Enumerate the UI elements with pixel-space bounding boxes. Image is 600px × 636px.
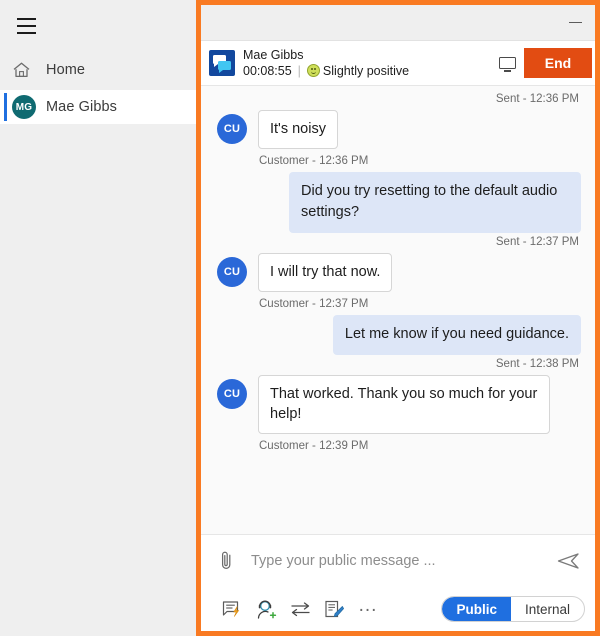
- toggle-option-public[interactable]: Public: [442, 597, 511, 621]
- avatar-initials: MG: [12, 95, 36, 119]
- home-icon-svg: [13, 62, 30, 77]
- minimize-icon[interactable]: [555, 7, 595, 39]
- transfer-icon[interactable]: [283, 594, 317, 624]
- message-status: Sent - 12:38 PM: [495, 358, 579, 370]
- message-composer: ... Public Internal: [201, 535, 595, 631]
- more-options-icon[interactable]: ...: [351, 594, 385, 624]
- message-meta: Customer - 12:37 PM: [259, 298, 369, 310]
- message-bubble-incoming: That worked. Thank you so much for your …: [258, 375, 550, 434]
- end-conversation-button[interactable]: End: [524, 48, 592, 78]
- message-row-outgoing: Let me know if you need guidance.: [211, 315, 581, 355]
- message-list[interactable]: Sent - 12:36 PM CU It's noisy Customer -…: [201, 86, 595, 535]
- hamburger-line: [16, 18, 36, 21]
- conversation-separator: |: [297, 63, 301, 78]
- chat-bubbles-icon: [209, 50, 235, 76]
- chat-window: Mae Gibbs 00:08:55 | Slightly positive E…: [196, 0, 600, 636]
- message-row-incoming: CU I will try that now. Customer - 12:37…: [211, 253, 581, 315]
- paperclip-icon[interactable]: [213, 546, 239, 576]
- more-options-label: ...: [358, 594, 378, 616]
- send-icon-svg: [557, 553, 579, 569]
- hamburger-line: [16, 25, 36, 27]
- message-bubble-outgoing: Let me know if you need guidance.: [332, 315, 581, 355]
- message-input[interactable]: [239, 553, 551, 569]
- quick-reply-icon-svg: [222, 601, 240, 617]
- message-column: It's noisy Customer - 12:36 PM: [258, 110, 368, 172]
- sidebar: Home MG Mae Gibbs: [0, 0, 196, 636]
- message-row-incoming: CU It's noisy Customer - 12:36 PM: [211, 110, 581, 172]
- message-status: Sent - 12:36 PM: [495, 93, 579, 105]
- composer-input-row: [201, 535, 595, 587]
- notes-icon-svg: [325, 600, 344, 617]
- hamburger-menu-icon[interactable]: [4, 4, 48, 48]
- add-agent-icon[interactable]: [249, 594, 283, 624]
- paperclip-icon-svg: [221, 551, 230, 570]
- sentiment-label: Slightly positive: [322, 63, 410, 78]
- message-meta: Customer - 12:36 PM: [259, 155, 369, 167]
- minimize-dash: [568, 21, 582, 24]
- message-meta: Customer - 12:39 PM: [259, 440, 369, 452]
- composer-toolbar: ... Public Internal: [201, 587, 595, 631]
- add-agent-icon-svg: [257, 600, 276, 619]
- message-bubble-incoming: It's noisy: [258, 110, 338, 149]
- slightly-positive-face-icon: [306, 64, 320, 77]
- message-column: That worked. Thank you so much for your …: [258, 375, 550, 457]
- hamburger-line: [16, 31, 36, 34]
- visibility-toggle[interactable]: Public Internal: [441, 596, 585, 622]
- conversation-timer: 00:08:55: [243, 63, 292, 78]
- message-bubble-outgoing: Did you try resetting to the default aud…: [289, 172, 581, 233]
- sidebar-avatar: MG: [12, 95, 46, 119]
- quick-reply-icon[interactable]: [215, 594, 249, 624]
- transfer-icon-svg: [291, 602, 309, 617]
- chat-bubble-front: [218, 61, 231, 73]
- avatar: CU: [217, 257, 247, 287]
- sidebar-item-home[interactable]: Home: [0, 49, 196, 90]
- conversation-header: Mae Gibbs 00:08:55 | Slightly positive E…: [201, 41, 595, 86]
- conversation-customer-name: Mae Gibbs: [243, 47, 304, 62]
- send-paper-plane-icon[interactable]: [551, 544, 585, 578]
- sidebar-item-mae-gibbs[interactable]: MG Mae Gibbs: [0, 90, 196, 124]
- message-column: I will try that now. Customer - 12:37 PM: [258, 253, 393, 315]
- avatar: CU: [217, 114, 247, 144]
- message-row-outgoing: Did you try resetting to the default aud…: [211, 172, 581, 233]
- notes-icon[interactable]: [317, 594, 351, 624]
- message-status: Sent - 12:37 PM: [495, 236, 579, 248]
- monitor-screen: [498, 57, 516, 72]
- avatar: CU: [217, 379, 247, 409]
- message-bubble-incoming: I will try that now.: [258, 253, 393, 292]
- monitor-icon[interactable]: [490, 46, 524, 80]
- sidebar-item-home-label: Home: [46, 61, 86, 78]
- face-eye-right: [313, 68, 316, 70]
- toggle-option-internal[interactable]: Internal: [511, 597, 584, 621]
- home-icon: [12, 61, 46, 79]
- sidebar-item-mae-gibbs-label: Mae Gibbs: [46, 99, 118, 115]
- chat-window-titlebar: [201, 5, 595, 41]
- conversation-substatus: 00:08:55 | Slightly positive: [243, 63, 490, 79]
- face-eye-left: [310, 68, 313, 70]
- message-row-incoming: CU That worked. Thank you so much for yo…: [211, 375, 581, 457]
- conversation-meta: Mae Gibbs 00:08:55 | Slightly positive: [243, 48, 490, 79]
- app-root: Home MG Mae Gibbs Mae Gibbs 00:08:55 | S…: [0, 0, 600, 636]
- face-mouth: [310, 71, 316, 74]
